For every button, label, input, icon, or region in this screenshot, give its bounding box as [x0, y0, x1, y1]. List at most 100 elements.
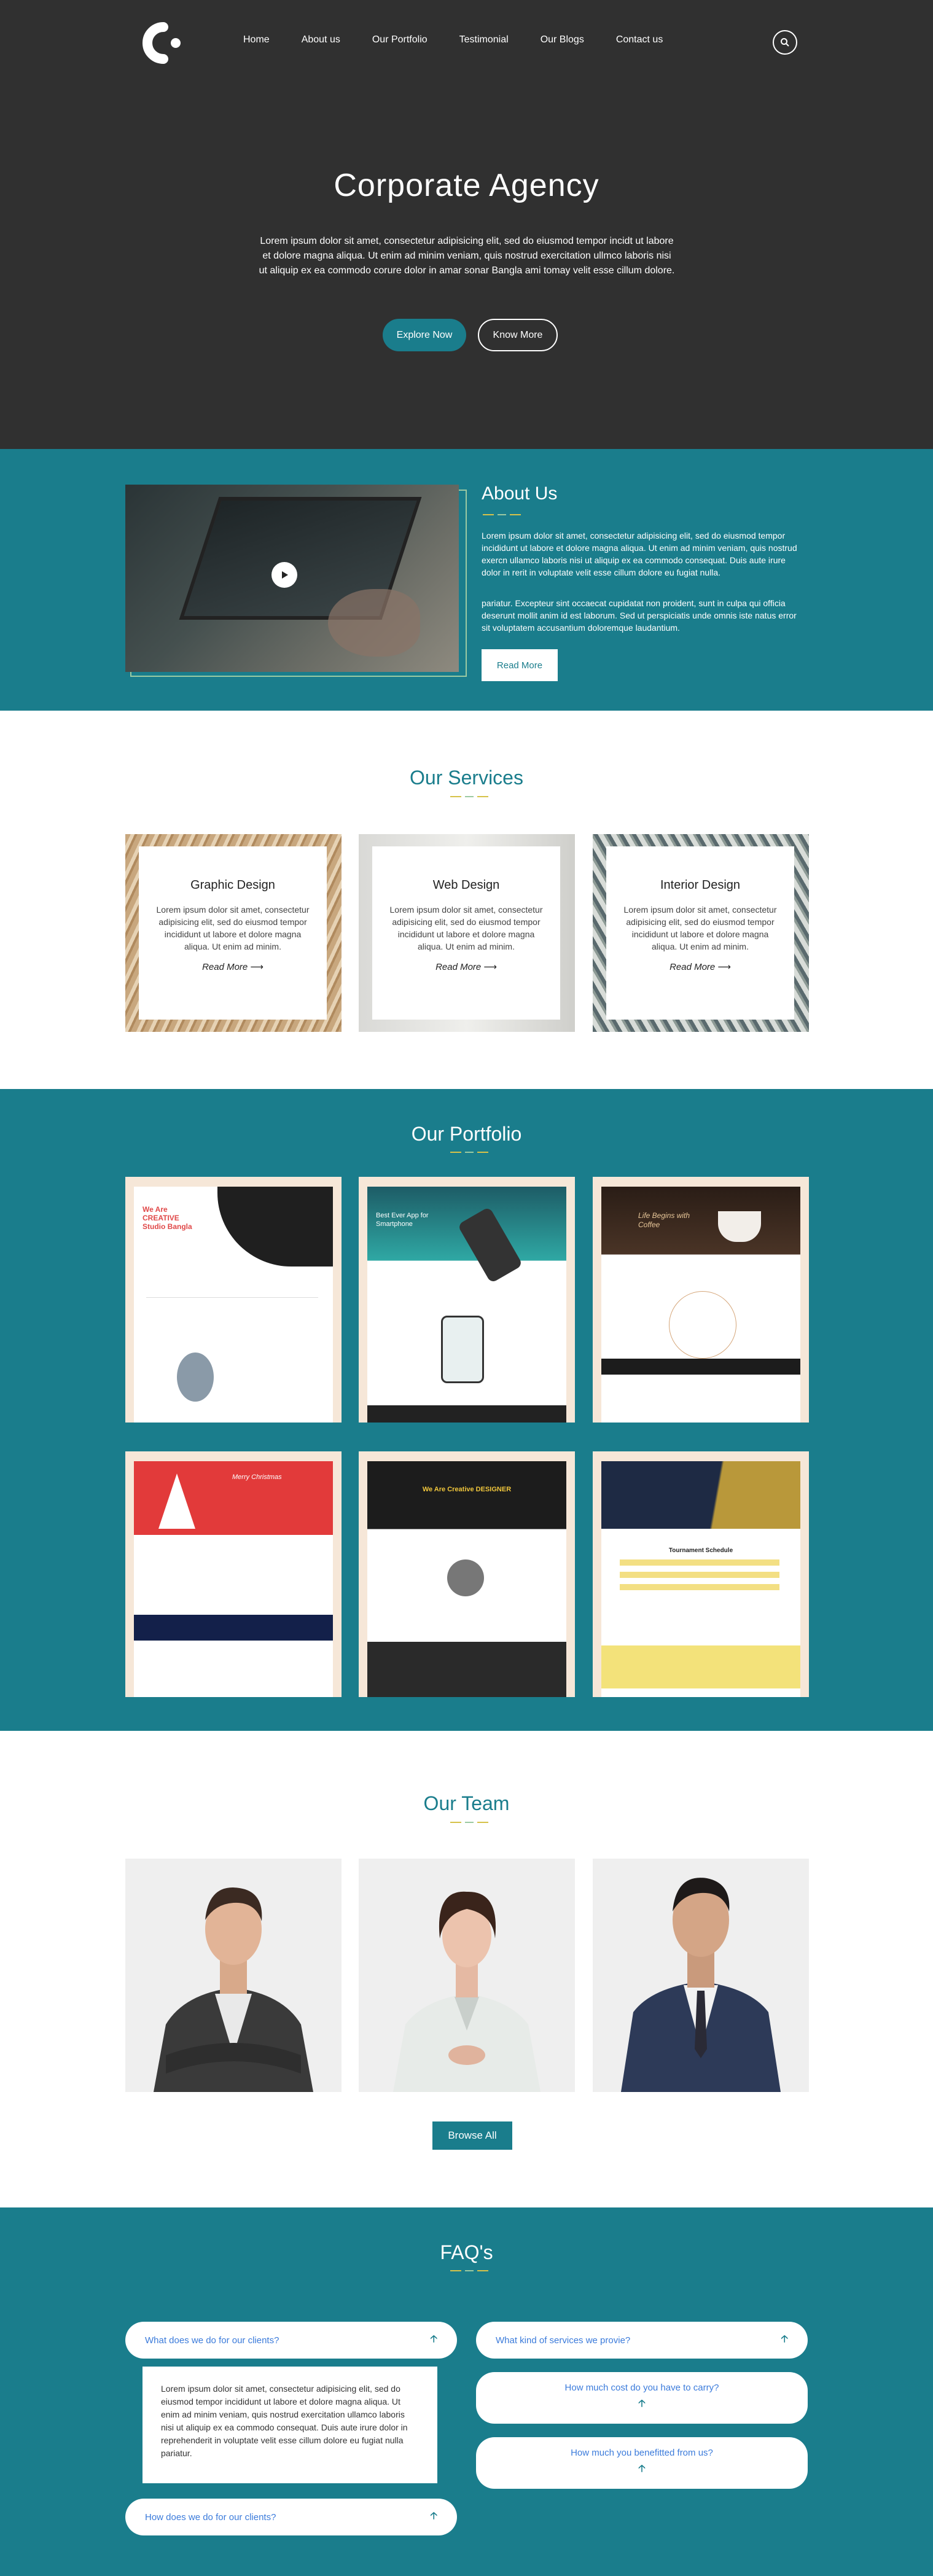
- team-member-card[interactable]: [359, 1859, 575, 2092]
- portfolio-headline: Life Begins with Coffee: [638, 1211, 690, 1229]
- portfolio-headline: We Are CREATIVE Studio Bangla: [142, 1205, 192, 1231]
- faq-question-right-3[interactable]: How much you benefitted from us? 🡡: [476, 2437, 808, 2489]
- arrow-up-icon[interactable]: 🡡: [638, 2462, 646, 2478]
- hero-section: Home About us Our Portfolio Testimonial …: [0, 0, 933, 449]
- portfolio-team-image: [177, 1352, 214, 1402]
- portfolio-item[interactable]: Merry Christmas: [125, 1451, 342, 1697]
- portfolio-band: [134, 1615, 333, 1641]
- search-button[interactable]: [773, 30, 797, 55]
- tree-image: [158, 1473, 195, 1529]
- service-title: Interior Design: [660, 878, 741, 892]
- portfolio-screenshot: Tournament Schedule: [601, 1461, 800, 1697]
- main-nav: Home About us Our Portfolio Testimonial …: [243, 34, 695, 45]
- team-member-card[interactable]: [593, 1859, 809, 2092]
- faq-question-right-1[interactable]: What kind of services we provie? 🡡: [476, 2322, 808, 2359]
- title-underline: [483, 514, 521, 515]
- title-underline: [450, 796, 488, 797]
- portfolio-band: [601, 1645, 800, 1688]
- arrow-up-icon[interactable]: 🡡: [781, 2332, 789, 2349]
- portfolio-title: Our Portfolio: [411, 1123, 522, 1145]
- about-paragraph-2: pariatur. Excepteur sint occaecat cupida…: [482, 598, 797, 633]
- services-title: Our Services: [410, 767, 523, 789]
- portfolio-headline: Best Ever App for Smartphone: [376, 1212, 429, 1228]
- logo-c-icon[interactable]: [134, 21, 185, 65]
- service-title: Graphic Design: [190, 878, 275, 892]
- portfolio-screenshot: We Are CREATIVE Studio Bangla: [134, 1187, 333, 1423]
- service-card-body: Interior Design Lorem ipsum dolor sit am…: [606, 846, 794, 1020]
- service-text: Lorem ipsum dolor sit amet, consectetur …: [623, 905, 777, 951]
- about-paragraph-1: Lorem ipsum dolor sit amet, consectetur …: [482, 531, 797, 577]
- team-member-photo: [393, 1891, 541, 2092]
- service-card-interior-design[interactable]: Interior Design Lorem ipsum dolor sit am…: [593, 834, 809, 1032]
- explore-now-button[interactable]: Explore Now: [383, 319, 466, 351]
- read-more-link[interactable]: Read More ⟶: [435, 961, 497, 972]
- faq-answer: Lorem ipsum dolor sit amet, consectetur …: [142, 2367, 437, 2483]
- read-more-link[interactable]: Read More ⟶: [669, 961, 731, 972]
- portfolio-item[interactable]: We Are Creative DESIGNER: [359, 1451, 575, 1697]
- portfolio-headline: We Are Creative DESIGNER: [422, 1486, 512, 1493]
- faq-question-text: How much cost do you have to carry?: [564, 2383, 719, 2393]
- search-icon: [781, 38, 789, 47]
- service-card-web-design[interactable]: Web Design Lorem ipsum dolor sit amet, c…: [359, 834, 575, 1032]
- portfolio-screenshot: Best Ever App for Smartphone: [367, 1187, 566, 1423]
- portfolio-headline: Tournament Schedule: [668, 1547, 733, 1554]
- nav-our-blogs[interactable]: Our Blogs: [541, 34, 584, 45]
- service-card-body: Web Design Lorem ipsum dolor sit amet, c…: [372, 846, 560, 1020]
- portfolio-item[interactable]: We Are CREATIVE Studio Bangla: [125, 1177, 342, 1423]
- service-text: Lorem ipsum dolor sit amet, consectetur …: [156, 905, 310, 951]
- arrow-up-icon[interactable]: 🡡: [638, 2397, 646, 2413]
- hero-text: Lorem ipsum dolor sit amet, consectetur …: [259, 236, 675, 276]
- portfolio-item[interactable]: Best Ever App for Smartphone: [359, 1177, 575, 1423]
- nav-contact-us[interactable]: Contact us: [616, 34, 663, 45]
- schedule-table: [620, 1559, 779, 1596]
- portfolio-item[interactable]: Tournament Schedule: [593, 1451, 809, 1697]
- portfolio-footer: [367, 1642, 566, 1697]
- portfolio-item[interactable]: Life Begins with Coffee: [593, 1177, 809, 1423]
- play-icon[interactable]: [271, 562, 297, 588]
- faq-question-text: What kind of services we provie?: [496, 2335, 631, 2346]
- about-section: About Us Lorem ipsum dolor sit amet, con…: [0, 449, 933, 711]
- about-video-thumbnail[interactable]: [125, 485, 459, 672]
- nav-our-portfolio[interactable]: Our Portfolio: [372, 34, 427, 45]
- portfolio-circle-image: [447, 1559, 484, 1596]
- team-title: Our Team: [423, 1792, 510, 1814]
- team-member-card[interactable]: [125, 1859, 342, 2092]
- faq-question-right-2[interactable]: How much cost do you have to carry? 🡡: [476, 2372, 808, 2424]
- faq-question-left-1[interactable]: What does we do for our clients? 🡡: [125, 2322, 457, 2359]
- portfolio-headline: Merry Christmas: [232, 1473, 282, 1481]
- know-more-button[interactable]: Know More: [478, 319, 558, 351]
- title-underline: [450, 2270, 488, 2271]
- read-more-label: Read More: [202, 962, 248, 972]
- portfolio-footer: [367, 1405, 566, 1423]
- arrow-up-icon[interactable]: 🡡: [431, 2509, 438, 2526]
- faq-question-text: How much you benefitted from us?: [571, 2448, 713, 2458]
- team-member-photo: [621, 1878, 781, 2092]
- portfolio-screenshot: We Are Creative DESIGNER: [367, 1461, 566, 1697]
- portfolio-section: Our Portfolio We Are CREATIVE Studio Ban…: [0, 1089, 933, 1731]
- about-title: About Us: [482, 483, 558, 504]
- browse-all-button[interactable]: Browse All: [432, 2121, 512, 2150]
- phone-image: [457, 1206, 523, 1284]
- read-more-button[interactable]: Read More: [482, 649, 558, 681]
- nav-about-us[interactable]: About us: [302, 34, 340, 45]
- service-card-body: Graphic Design Lorem ipsum dolor sit ame…: [139, 846, 327, 1020]
- arrow-up-icon[interactable]: 🡡: [431, 2332, 438, 2349]
- phone-image: [441, 1316, 484, 1383]
- team-member-photo: [154, 1887, 313, 2092]
- nav-testimonial[interactable]: Testimonial: [459, 34, 509, 45]
- service-text: Lorem ipsum dolor sit amet, consectetur …: [389, 905, 543, 951]
- portfolio-screenshot: Merry Christmas: [134, 1461, 333, 1697]
- read-more-label: Read More: [669, 962, 716, 972]
- faq-section: FAQ's What does we do for our clients? 🡡…: [0, 2207, 933, 2576]
- title-underline: [450, 1152, 488, 1153]
- portfolio-screenshot: Life Begins with Coffee: [601, 1187, 800, 1423]
- faq-question-left-2[interactable]: How does we do for our clients? 🡡: [125, 2499, 457, 2535]
- faq-title: FAQ's: [440, 2241, 493, 2263]
- service-card-graphic-design[interactable]: Graphic Design Lorem ipsum dolor sit ame…: [125, 834, 342, 1032]
- service-title: Web Design: [432, 878, 500, 892]
- coffee-cup-image: [718, 1211, 761, 1242]
- nav-home[interactable]: Home: [243, 34, 270, 45]
- faq-question-text: How does we do for our clients?: [145, 2512, 276, 2523]
- read-more-link[interactable]: Read More ⟶: [202, 961, 264, 972]
- portfolio-band: [601, 1359, 800, 1375]
